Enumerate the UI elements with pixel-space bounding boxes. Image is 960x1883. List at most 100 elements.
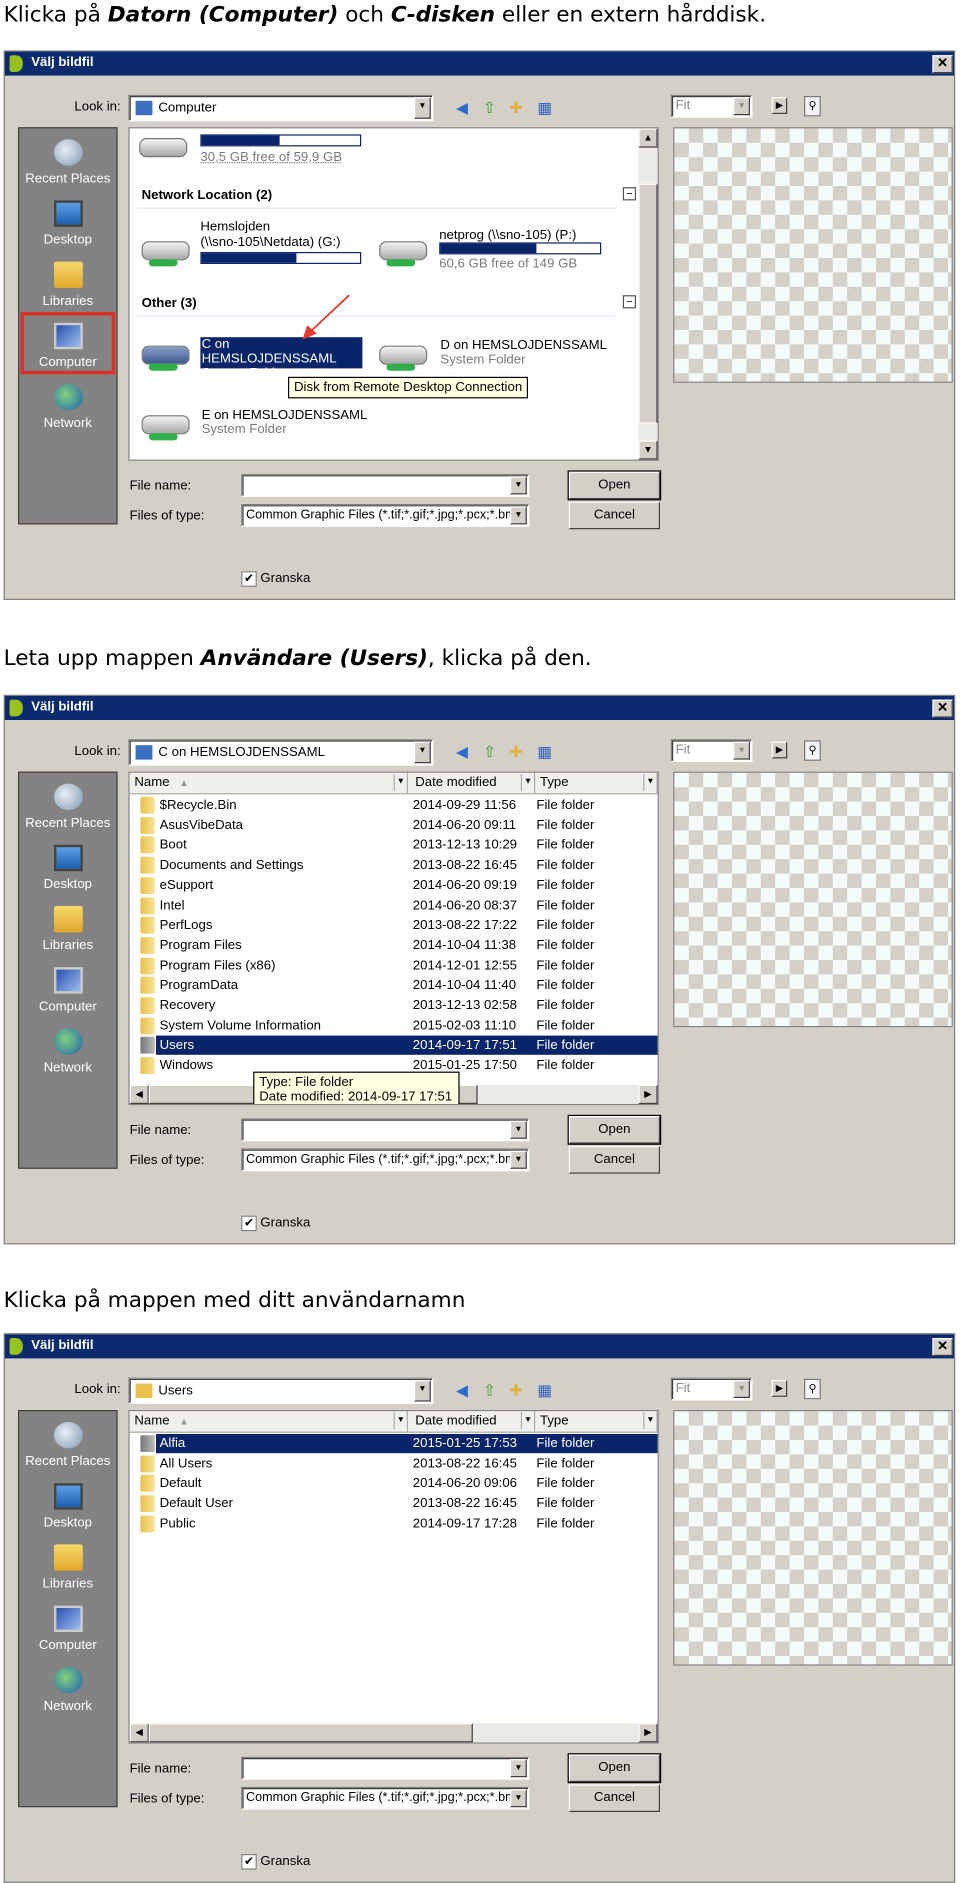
open-button[interactable]: Open <box>567 1114 662 1145</box>
scroll-up-button[interactable]: ▲ <box>638 128 658 148</box>
file-row[interactable]: Default User 2013-08-22 16:45 File folder <box>137 1494 658 1513</box>
close-button[interactable]: ✕ <box>932 55 953 74</box>
scroll-thumb[interactable] <box>638 183 658 424</box>
preview-zoom-icon[interactable]: ⚲ <box>804 740 821 761</box>
column-type[interactable]: Type ▼ <box>535 772 658 794</box>
file-row[interactable]: System Volume Information 2015-02-03 11:1… <box>137 1016 658 1035</box>
chevron-down-icon[interactable]: ▼ <box>510 1789 527 1808</box>
column-filter-dropdown[interactable]: ▼ <box>520 1412 534 1430</box>
scroll-thumb[interactable] <box>148 1723 473 1743</box>
granska-checkbox[interactable]: ✔ <box>241 1215 257 1232</box>
place-desktop[interactable]: Desktop <box>19 1480 116 1540</box>
column-name[interactable]: Name ▲ ▼ <box>130 1411 409 1432</box>
play-preview-button[interactable]: ▶ <box>771 741 788 759</box>
chevron-down-icon[interactable]: ▼ <box>414 741 431 764</box>
up-folder-icon[interactable]: ⇧ <box>480 98 499 117</box>
play-preview-button[interactable]: ▶ <box>771 97 788 115</box>
place-computer[interactable]: Computer <box>19 1602 116 1662</box>
close-button[interactable]: ✕ <box>932 1338 953 1356</box>
views-menu-icon[interactable]: ▦ <box>535 743 554 762</box>
file-row[interactable]: Alfia 2015-01-25 17:53 File folder <box>140 1434 658 1454</box>
cancel-button[interactable]: Cancel <box>568 1784 660 1813</box>
chevron-down-icon[interactable]: ▼ <box>733 97 750 116</box>
preview-zoom-icon[interactable]: ⚲ <box>804 1378 821 1400</box>
files-of-type-select[interactable]: Common Graphic Files (*.tif;*.gif;*.jpg;… <box>241 504 530 527</box>
scroll-down-button[interactable]: ▼ <box>638 440 658 460</box>
close-button[interactable]: ✕ <box>932 699 953 718</box>
files-of-type-select[interactable]: Common Graphic Files (*.tif;*.gif;*.jpg;… <box>241 1148 530 1172</box>
place-libraries[interactable]: Libraries <box>19 258 116 318</box>
zoom-combo[interactable]: Fit ▼ <box>670 94 753 118</box>
back-icon[interactable]: ◀ <box>452 1381 471 1400</box>
file-row[interactable]: Intel 2014-06-20 08:37 File folder <box>137 896 658 915</box>
column-filter-dropdown[interactable]: ▼ <box>393 774 407 791</box>
zoom-combo[interactable]: Fit ▼ <box>670 1377 753 1401</box>
play-preview-button[interactable]: ▶ <box>771 1380 788 1397</box>
file-row[interactable]: Users 2014-09-17 17:51 File folder <box>140 1036 658 1056</box>
place-desktop[interactable]: Desktop <box>19 841 116 901</box>
chevron-down-icon[interactable]: ▼ <box>414 97 431 119</box>
new-folder-icon[interactable]: ✚ <box>506 743 525 762</box>
chevron-down-icon[interactable]: ▼ <box>510 1120 527 1139</box>
file-row[interactable]: All Users 2013-08-22 16:45 File folder <box>137 1454 658 1473</box>
look-in-combo[interactable]: Users ▼ <box>128 1377 434 1404</box>
scroll-right-button[interactable]: ▶ <box>638 1084 658 1104</box>
look-in-combo[interactable]: C on HEMSLOJDENSSAML ▼ <box>128 739 434 766</box>
chevron-down-icon[interactable]: ▼ <box>510 1150 527 1169</box>
column-filter-dropdown[interactable]: ▼ <box>520 774 534 791</box>
scroll-left-button[interactable]: ◀ <box>129 1084 149 1104</box>
file-row[interactable]: Public 2014-09-17 17:28 File folder <box>137 1514 658 1533</box>
cancel-button[interactable]: Cancel <box>568 501 660 530</box>
place-network[interactable]: Network <box>19 1663 116 1723</box>
file-name-input[interactable]: ▼ <box>241 474 530 497</box>
back-icon[interactable]: ◀ <box>452 743 471 762</box>
place-recent-places[interactable]: Recent Places <box>19 136 116 196</box>
column-type[interactable]: Type ▼ <box>535 1411 658 1432</box>
open-button[interactable]: Open <box>567 470 662 501</box>
place-network[interactable]: Network <box>19 380 116 440</box>
file-row[interactable]: Program Files 2014-10-04 11:38 File folder <box>137 936 658 955</box>
place-recent-places[interactable]: Recent Places <box>19 1418 116 1478</box>
file-row[interactable]: eSupport 2014-06-20 09:19 File folder <box>137 876 658 895</box>
granska-checkbox[interactable]: ✔ <box>241 571 257 587</box>
chevron-down-icon[interactable]: ▼ <box>510 506 527 525</box>
chevron-down-icon[interactable]: ▼ <box>510 476 527 495</box>
column-filter-dropdown[interactable]: ▼ <box>643 774 656 791</box>
horizontal-scrollbar[interactable]: ◀ ▶ <box>129 1723 658 1743</box>
file-row[interactable]: $Recycle.Bin 2014-09-29 11:56 File folder <box>137 796 658 815</box>
scroll-left-button[interactable]: ◀ <box>129 1723 149 1743</box>
chevron-down-icon[interactable]: ▼ <box>733 1380 750 1398</box>
file-row[interactable]: PerfLogs 2013-08-22 17:22 File folder <box>137 916 658 935</box>
file-row[interactable]: Boot 2013-12-13 10:29 File folder <box>137 836 658 855</box>
place-recent-places[interactable]: Recent Places <box>19 780 116 840</box>
zoom-combo[interactable]: Fit ▼ <box>670 739 753 762</box>
vertical-scrollbar[interactable]: ▲ ▼ <box>638 128 658 460</box>
views-menu-icon[interactable]: ▦ <box>535 98 554 117</box>
files-of-type-select[interactable]: Common Graphic Files (*.tif;*.gif;*.jpg;… <box>241 1786 530 1810</box>
chevron-down-icon[interactable]: ▼ <box>510 1759 527 1778</box>
file-row[interactable]: AsusVibeData 2014-06-20 09:11 File folder <box>137 816 658 835</box>
place-desktop[interactable]: Desktop <box>19 197 116 257</box>
chevron-down-icon[interactable]: ▼ <box>733 741 750 760</box>
column-date-modified[interactable]: Date modified ▼ <box>410 772 536 794</box>
granska-checkbox[interactable]: ✔ <box>241 1854 257 1870</box>
up-folder-icon[interactable]: ⇧ <box>480 1381 499 1400</box>
open-button[interactable]: Open <box>567 1753 662 1784</box>
file-row[interactable]: Default 2014-06-20 09:06 File folder <box>137 1474 658 1493</box>
look-in-combo[interactable]: Computer ▼ <box>128 94 434 122</box>
scroll-right-button[interactable]: ▶ <box>638 1723 658 1743</box>
preview-zoom-icon[interactable]: ⚲ <box>804 96 821 117</box>
column-filter-dropdown[interactable]: ▼ <box>393 1412 407 1430</box>
file-row[interactable]: Program Files (x86) 2014-12-01 12:55 File … <box>137 956 658 975</box>
file-row[interactable]: Recovery 2013-12-13 02:58 File folder <box>137 996 658 1015</box>
back-icon[interactable]: ◀ <box>452 98 471 117</box>
cancel-button[interactable]: Cancel <box>568 1146 660 1174</box>
place-network[interactable]: Network <box>19 1025 116 1085</box>
column-date-modified[interactable]: Date modified ▼ <box>410 1411 536 1432</box>
place-computer[interactable]: Computer <box>19 964 116 1024</box>
new-folder-icon[interactable]: ✚ <box>506 98 525 117</box>
place-libraries[interactable]: Libraries <box>19 902 116 962</box>
views-menu-icon[interactable]: ▦ <box>535 1381 554 1400</box>
file-name-input[interactable]: ▼ <box>241 1756 530 1780</box>
column-filter-dropdown[interactable]: ▼ <box>643 1412 656 1430</box>
